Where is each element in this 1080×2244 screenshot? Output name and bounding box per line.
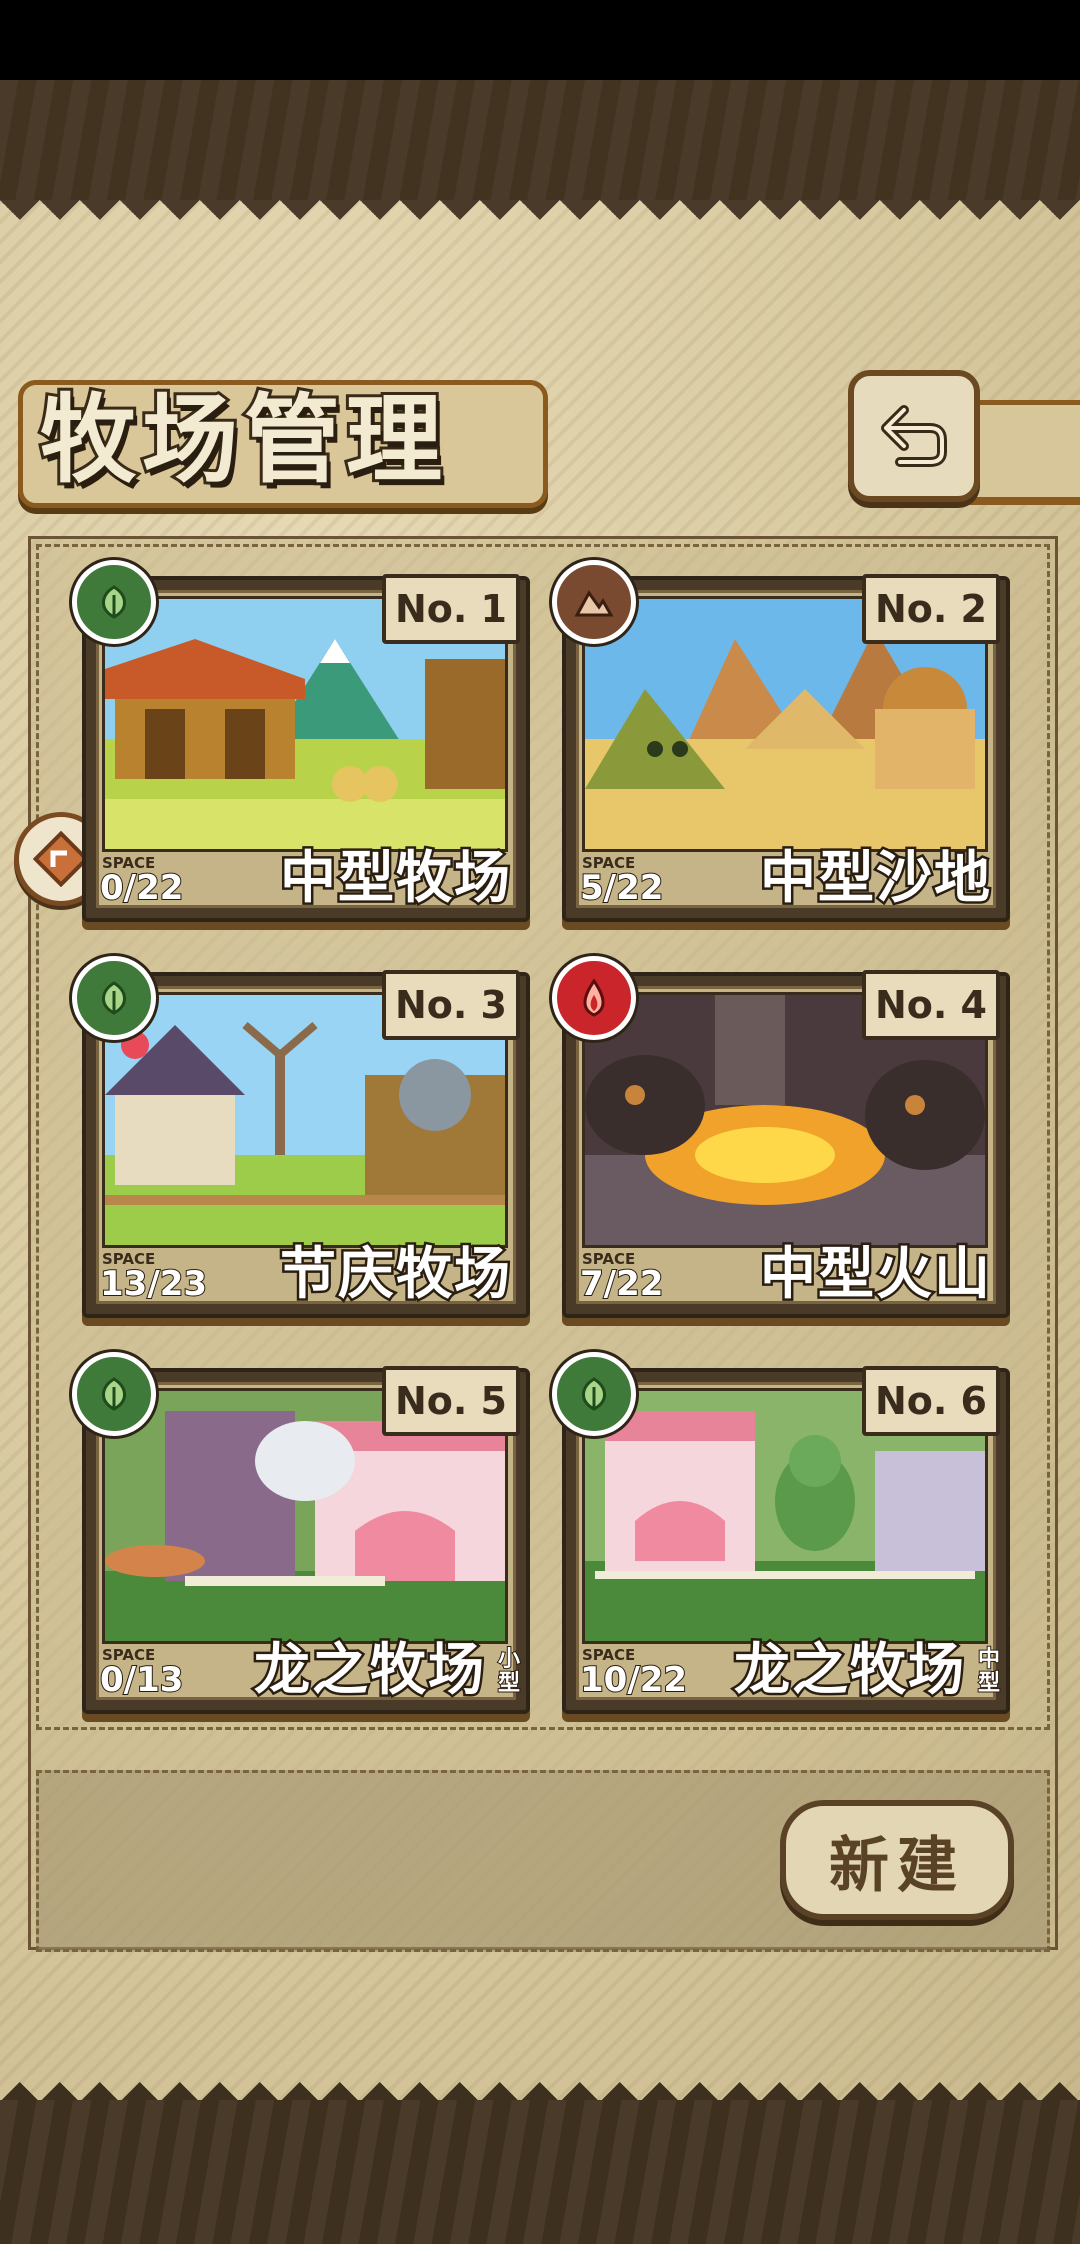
space-count: 5/22: [579, 867, 664, 909]
ranch-name: 中型牧场: [278, 843, 513, 914]
torn-edge-bottom: [0, 2062, 1080, 2102]
ranch-name: 中型火山: [758, 1239, 993, 1310]
new-ranch-button[interactable]: 新建: [780, 1800, 1014, 1920]
ranch-name: 龙之牧场: [252, 1635, 487, 1706]
ranch-size: 中型: [977, 1647, 1001, 1697]
back-button[interactable]: [848, 370, 980, 502]
ranch-number: No. 4: [862, 970, 1000, 1040]
space-count: 0/22: [99, 867, 184, 909]
page-title: 牧场管理: [37, 380, 448, 499]
top-wood-border: [0, 80, 1080, 200]
leaf-icon: [552, 1352, 636, 1436]
ranch-pointer-icon: [33, 831, 89, 887]
space-count: 10/22: [579, 1659, 688, 1701]
ranch-name: 龙之牧场: [732, 1635, 967, 1706]
ranch-card-2[interactable]: No. 2 SPACE 5/22 中型沙地: [552, 560, 1010, 922]
ranch-name: 中型沙地: [758, 843, 993, 914]
leaf-icon: [72, 956, 156, 1040]
ranch-number: No. 3: [382, 970, 520, 1040]
space-count: 0/13: [99, 1659, 184, 1701]
ranch-card-5[interactable]: No. 5 SPACE 0/13 龙之牧场 小型: [72, 1352, 530, 1714]
mountain-icon: [552, 560, 636, 644]
status-bar: [0, 0, 1080, 80]
ranch-card-3[interactable]: No. 3 SPACE 13/23 节庆牧场: [72, 956, 530, 1318]
space-count: 7/22: [579, 1263, 664, 1305]
leaf-icon: [72, 1352, 156, 1436]
flame-icon: [552, 956, 636, 1040]
ranch-card-6[interactable]: No. 6 SPACE 10/22 龙之牧场 中型: [552, 1352, 1010, 1714]
ranch-card-4[interactable]: No. 4 SPACE 7/22 中型火山: [552, 956, 1010, 1318]
ranch-name: 节庆牧场: [278, 1239, 513, 1310]
ranch-number: No. 5: [382, 1366, 520, 1436]
ranch-number: No. 1: [382, 574, 520, 644]
bottom-wood-border: [0, 2100, 1080, 2244]
ranch-size: 小型: [497, 1647, 521, 1697]
ranch-number: No. 6: [862, 1366, 1000, 1436]
return-arrow-icon: [881, 405, 947, 467]
new-ranch-label: 新建: [829, 1830, 965, 1901]
space-count: 13/23: [99, 1263, 208, 1305]
leaf-icon: [72, 560, 156, 644]
ranch-card-1[interactable]: No. 1 SPACE 0/22 中型牧场: [72, 560, 530, 922]
ranch-number: No. 2: [862, 574, 1000, 644]
torn-edge-top: [0, 200, 1080, 240]
